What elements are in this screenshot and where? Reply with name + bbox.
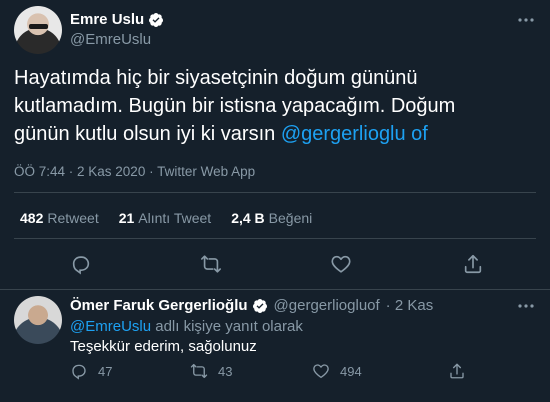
- author-handle[interactable]: @EmreUslu: [70, 31, 151, 48]
- tweet-text-line: günün kutlu olsun iyi ki varsın @gergerl…: [14, 120, 534, 148]
- tweet-text-line: kutlamadım. Bugün bir istisna yapacağım.…: [14, 95, 456, 117]
- likes-label: Beğeni: [268, 210, 313, 226]
- retweets-label: Retweet: [47, 210, 99, 226]
- retweet-icon[interactable]: [190, 362, 208, 380]
- tweet-text-line: Hayatımda hiç bir siyasetçinin doğum gün…: [14, 67, 418, 89]
- replying-to-mention[interactable]: @EmreUslu: [70, 318, 151, 335]
- author-name[interactable]: Emre Uslu: [70, 11, 144, 28]
- tweet-text-line-part: günün kutlu olsun iyi ki varsın: [14, 123, 281, 145]
- reply-count: 47: [98, 363, 113, 379]
- mention-link[interactable]: @gergerlioglu of: [281, 123, 428, 145]
- like-icon[interactable]: [312, 362, 330, 380]
- share-icon[interactable]: [462, 253, 484, 275]
- reply-icon[interactable]: [70, 362, 88, 380]
- more-icon[interactable]: [516, 296, 536, 316]
- retweet-count: 43: [218, 363, 233, 379]
- reply-like-action[interactable]: 494: [312, 362, 362, 380]
- like-icon[interactable]: [330, 253, 352, 275]
- avatar-glasses: [29, 24, 48, 29]
- quotes-stat[interactable]: 21 Alıntı Tweet: [119, 210, 211, 226]
- reply-icon[interactable]: [70, 253, 92, 275]
- reply-share-action[interactable]: [448, 362, 466, 380]
- likes-stat[interactable]: 2,4 B Beğeni: [231, 210, 312, 226]
- retweet-icon[interactable]: [200, 253, 222, 275]
- reply-tweet[interactable]: Ömer Faruk Gergerlioğlu @gergerliogluof …: [0, 290, 550, 402]
- quotes-count: 21: [118, 210, 135, 226]
- reply-reply-action[interactable]: 47: [70, 362, 112, 380]
- tweet-actions: [0, 253, 550, 277]
- likes-count: 2,4 B: [231, 210, 265, 226]
- reply-time[interactable]: · 2 Kas: [386, 297, 434, 314]
- replying-to: @EmreUslu adlı kişiye yanıt olarak: [70, 318, 303, 335]
- reply-author-avatar[interactable]: [14, 296, 62, 344]
- reply-author-name[interactable]: Ömer Faruk Gergerlioğlu: [70, 297, 248, 314]
- verified-badge-icon: [252, 298, 267, 313]
- divider: [14, 238, 536, 239]
- divider: [14, 192, 536, 193]
- reply-text: Teşekkür ederim, sağolunuz: [70, 338, 257, 355]
- retweets-count: 482: [20, 210, 44, 226]
- replying-to-suffix: adlı kişiye yanıt olarak: [151, 318, 303, 335]
- retweets-stat[interactable]: 482 Retweet: [20, 210, 99, 226]
- reply-header: Ömer Faruk Gergerlioğlu @gergerliogluof …: [70, 297, 433, 314]
- author-avatar[interactable]: [14, 6, 62, 54]
- like-count: 494: [340, 363, 362, 379]
- verified-badge-icon: [149, 12, 164, 27]
- reply-retweet-action[interactable]: 43: [190, 362, 232, 380]
- main-tweet: Emre Uslu @EmreUslu Hayatımda hiç bir si…: [0, 0, 550, 290]
- tweet-meta[interactable]: ÖÖ 7:44 · 2 Kas 2020 · Twitter Web App: [14, 164, 255, 179]
- reply-author-handle[interactable]: @gergerliogluof: [274, 297, 380, 314]
- tweet-text: Hayatımda hiç bir siyasetçinin doğum gün…: [14, 64, 534, 148]
- tweet-stats: 482 Retweet 21 Alıntı Tweet 2,4 B Beğeni: [20, 210, 312, 226]
- author-name-row: Emre Uslu: [70, 11, 164, 28]
- more-icon[interactable]: [516, 10, 536, 30]
- quotes-label: Alıntı Tweet: [138, 210, 212, 226]
- share-icon[interactable]: [448, 362, 466, 380]
- reply-actions: 47 43 494: [70, 362, 530, 384]
